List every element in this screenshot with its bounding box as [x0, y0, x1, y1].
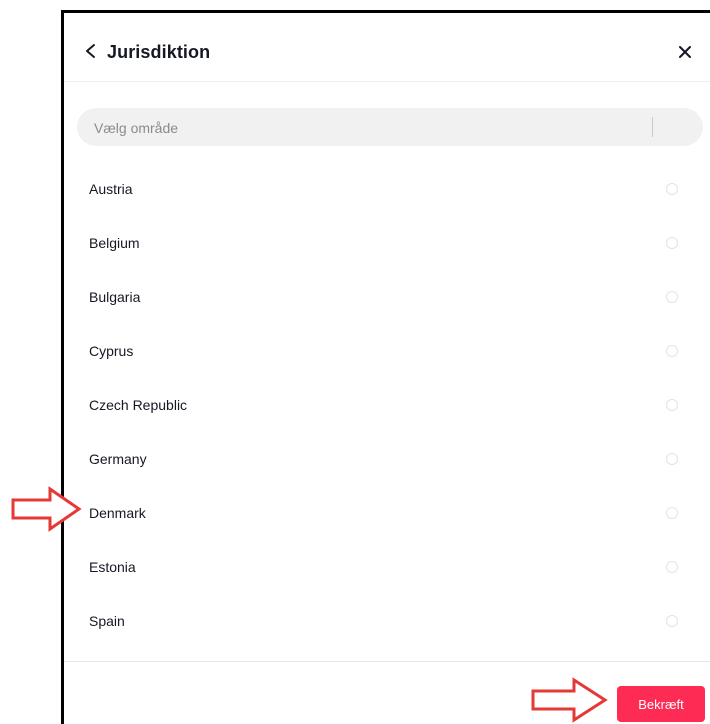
country-option-bulgaria[interactable]: Bulgaria	[64, 270, 710, 324]
radio-button[interactable]	[666, 561, 678, 573]
back-button[interactable]	[83, 39, 99, 63]
search-field[interactable]	[77, 108, 703, 148]
country-option-germany[interactable]: Germany	[64, 432, 710, 486]
country-label: Bulgaria	[89, 289, 141, 305]
dialog-title: Jurisdiktion	[107, 42, 211, 62]
country-option-spain[interactable]: Spain	[64, 594, 710, 648]
search-divider	[652, 117, 653, 137]
red-outline-arrow-icon	[11, 486, 82, 532]
radio-button[interactable]	[666, 399, 678, 411]
footer-divider	[64, 661, 710, 662]
country-option-czech-republic[interactable]: Czech Republic	[64, 378, 710, 432]
radio-button[interactable]	[666, 291, 678, 303]
country-list: Austria Belgium Bulgaria Cyprus Czech Re…	[64, 162, 710, 648]
red-outline-arrow-icon	[531, 677, 608, 723]
country-label: Estonia	[89, 559, 136, 575]
radio-button[interactable]	[666, 237, 678, 249]
country-option-cyprus[interactable]: Cyprus	[64, 324, 710, 378]
country-label: Austria	[89, 181, 133, 197]
close-button[interactable]	[674, 41, 696, 63]
confirm-button[interactable]: Bekræft	[617, 686, 705, 722]
country-label: Belgium	[89, 235, 140, 251]
country-label: Germany	[89, 451, 147, 467]
close-icon	[679, 46, 691, 58]
country-option-estonia[interactable]: Estonia	[64, 540, 710, 594]
radio-button[interactable]	[666, 453, 678, 465]
country-label: Czech Republic	[89, 397, 188, 413]
radio-button[interactable]	[666, 507, 678, 519]
dialog-header: Jurisdiktion	[64, 13, 710, 82]
country-option-austria[interactable]: Austria	[64, 162, 710, 216]
chevron-left-icon	[86, 44, 95, 58]
country-label: Spain	[89, 613, 125, 629]
country-label: Denmark	[89, 505, 146, 521]
country-label: Cyprus	[89, 343, 134, 359]
radio-button[interactable]	[666, 183, 678, 195]
country-option-denmark[interactable]: Denmark	[64, 486, 710, 540]
radio-button[interactable]	[666, 345, 678, 357]
region-search-input[interactable]	[92, 108, 636, 148]
country-option-belgium[interactable]: Belgium	[64, 216, 710, 270]
jurisdiction-dialog: Jurisdiktion Austria Belgium Bulgaria Cy…	[61, 10, 710, 724]
radio-button[interactable]	[666, 615, 678, 627]
